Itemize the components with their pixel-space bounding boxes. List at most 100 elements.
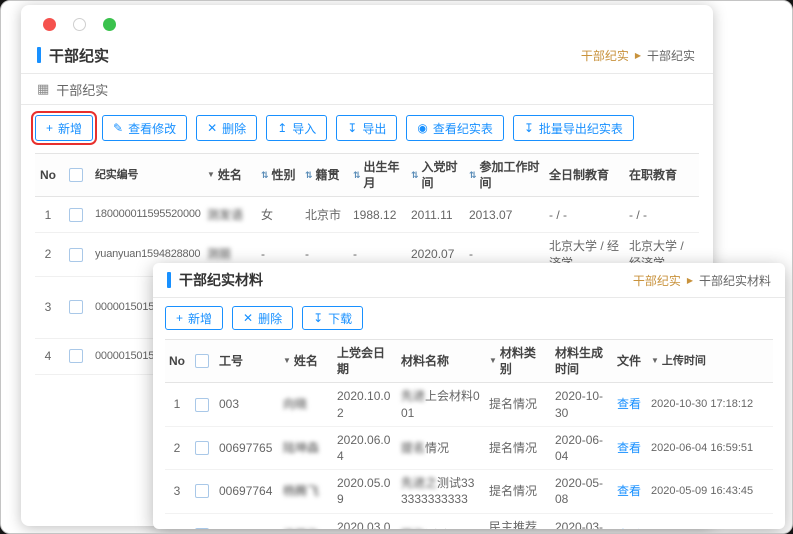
column-header[interactable]: ⇅出生年月 — [349, 154, 407, 196]
column-header[interactable]: ▼姓名 — [203, 162, 257, 188]
row-checkbox[interactable] — [195, 398, 209, 412]
select-all-checkbox[interactable] — [195, 354, 209, 368]
view-file-link[interactable]: 查看 — [617, 484, 641, 498]
delete-button[interactable]: ✕删除 — [232, 306, 293, 330]
column-header: 全日制教育 — [545, 162, 625, 188]
eye-icon: ◉ — [417, 122, 427, 134]
row-checkbox[interactable] — [195, 441, 209, 455]
close-button[interactable] — [43, 18, 56, 31]
redacted-text: 陆坤森 — [283, 441, 319, 455]
redacted-text: 向晓 — [283, 397, 307, 411]
table-cell: 女 — [257, 202, 301, 228]
column-header[interactable]: ⇅参加工作时间 — [465, 154, 545, 196]
column-label: 上传时间 — [662, 354, 706, 369]
page-title: 干部纪实材料 — [179, 270, 263, 290]
checkbox-cell — [189, 436, 215, 460]
filter-icon: ▼ — [489, 357, 497, 365]
minimize-button[interactable] — [73, 18, 86, 31]
table-row: 300697764杨腾飞2020.05.09先进之测试333333333333提… — [165, 470, 773, 513]
view-file-link[interactable]: 查看 — [617, 397, 641, 411]
cadre-material-table: No工号▼姓名上党会日期材料名称▼材料类别材料生成时间文件▼上传时间1003向晓… — [165, 339, 773, 529]
column-header[interactable]: ▼材料类别 — [485, 340, 551, 382]
column-label: 姓名 — [218, 167, 242, 183]
header-checkbox-cell — [61, 163, 91, 187]
table-cell: 00697764 — [215, 522, 279, 529]
column-label: 上党会日期 — [337, 345, 393, 377]
table-cell: 00697764 — [215, 478, 279, 504]
table-cell: 2020-05-09 16:43:45 — [647, 479, 753, 504]
table-cell: 查看 — [613, 522, 647, 529]
column-header: 材料生成时间 — [551, 340, 613, 382]
sort-icon: ⇅ — [353, 171, 361, 180]
table-cell: 2020-06-04 16:59:51 — [647, 436, 753, 461]
table-header-row: No纪实编号▼姓名⇅性别⇅籍贯⇅出生年月⇅入党时间⇅参加工作时间全日制教育在职教… — [35, 153, 699, 197]
column-header[interactable]: ⇅籍贯 — [301, 162, 349, 188]
row-checkbox[interactable] — [69, 248, 83, 262]
table-cell: 2020-03-04 13:44:28 — [647, 522, 753, 529]
button-label: 新增 — [58, 120, 82, 137]
select-all-checkbox[interactable] — [69, 168, 83, 182]
view-record-table-button[interactable]: ◉查看纪实表 — [406, 115, 504, 141]
delete-button[interactable]: ✕删除 — [196, 115, 257, 141]
breadcrumb-parent[interactable]: 干部纪实 — [633, 272, 681, 289]
table-cell: 1988.12 — [349, 202, 407, 228]
table-cell: 先进之测试333333333333 — [397, 470, 485, 512]
table-cell: 2011.11 — [407, 202, 465, 228]
plus-icon: + — [176, 312, 183, 324]
column-header: 文件 — [613, 348, 647, 374]
row-checkbox[interactable] — [69, 300, 83, 314]
column-header[interactable]: ⇅入党时间 — [407, 154, 465, 196]
table-cell: 提名情况 — [485, 435, 551, 461]
table-cell: 杨腾飞 — [279, 478, 333, 504]
column-header: 工号 — [215, 348, 279, 374]
section-title: 干部纪实 — [56, 80, 108, 99]
view-file-link[interactable]: 查看 — [617, 528, 641, 529]
column-label: 文件 — [617, 353, 641, 369]
column-label: 出生年月 — [364, 159, 403, 191]
redacted-text: 先进 — [401, 389, 425, 403]
button-label: 下载 — [328, 310, 352, 327]
redacted-text: 汤腾飞 — [283, 528, 319, 529]
download-button[interactable]: ↧下载 — [302, 306, 363, 330]
import-button[interactable]: ↥导入 — [266, 115, 327, 141]
import-icon: ↥ — [277, 122, 287, 134]
table-cell: 民主推荐情况 — [485, 514, 551, 530]
button-label: 导出 — [362, 120, 386, 137]
table-cell: 查看 — [613, 478, 647, 504]
row-checkbox[interactable] — [69, 349, 83, 363]
button-label: 批量导出纪实表 — [539, 120, 623, 137]
table-cell: 先进上会材料001 — [397, 383, 485, 425]
maximize-button[interactable] — [103, 18, 116, 31]
column-header[interactable]: ▼姓名 — [279, 348, 333, 374]
redacted-text: 先进之 — [401, 476, 437, 490]
export-button[interactable]: ↧导出 — [336, 115, 397, 141]
view-edit-button[interactable]: ✎查看修改 — [102, 115, 187, 141]
table-cell: 180000011595520000 — [91, 202, 203, 227]
sort-icon: ⇅ — [261, 171, 269, 180]
row-checkbox[interactable] — [195, 484, 209, 498]
button-label: 删除 — [222, 120, 246, 137]
row-index-cell: 1 — [35, 202, 61, 228]
header-checkbox-cell — [189, 349, 215, 373]
export-icon: ↧ — [524, 122, 534, 134]
table-cell: 提名情况 — [485, 391, 551, 417]
table-cell: 2020.05.09 — [333, 470, 397, 512]
add-button[interactable]: +新增 — [165, 306, 223, 330]
view-file-link[interactable]: 查看 — [617, 441, 641, 455]
column-header[interactable]: ⇅性别 — [257, 162, 301, 188]
breadcrumb-parent[interactable]: 干部纪实 — [581, 47, 629, 64]
batch-export-record-table-button[interactable]: ↧ 批量导出纪实表 — [513, 115, 634, 141]
add-button[interactable]: + 新增 — [35, 115, 93, 141]
sort-icon: ⇅ — [305, 171, 313, 180]
row-checkbox[interactable] — [69, 208, 83, 222]
row-checkbox[interactable] — [195, 528, 209, 529]
column-header[interactable]: ▼上传时间 — [647, 349, 753, 374]
table-cell: 查看 — [613, 391, 647, 417]
table-cell: 2020-06-04 — [551, 427, 613, 469]
plus-icon: + — [46, 122, 53, 134]
table-row: 1003向晓2020.10.02先进上会材料001提名情况2020-10-30查… — [165, 383, 773, 426]
page-header: 干部纪实材料 干部纪实 ▶ 干部纪实材料 — [153, 263, 785, 297]
column-label: 全日制教育 — [549, 167, 609, 183]
row-index-cell: 2 — [35, 241, 61, 267]
table-cell: 陆坤森 — [279, 435, 333, 461]
